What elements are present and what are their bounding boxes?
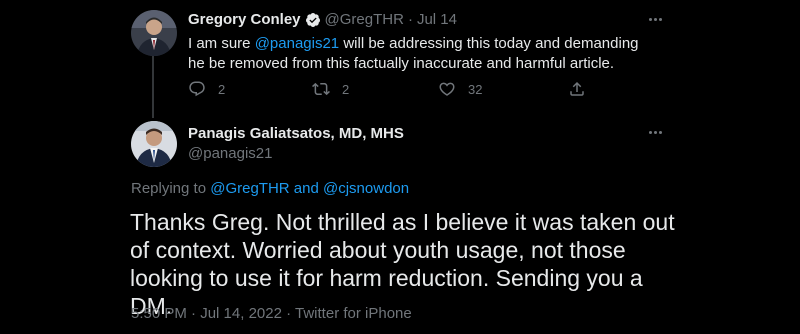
author-handle[interactable]: @GregTHR [325, 11, 404, 28]
reply-icon [189, 81, 205, 97]
tweet-thread: Gregory Conley @GregTHR · Jul 14 I am su… [0, 0, 800, 334]
separator-dot: · [407, 11, 413, 28]
more-options-icon[interactable] [645, 9, 665, 29]
like-count: 32 [468, 81, 483, 97]
reply-count: 2 [218, 81, 226, 97]
more-options-icon[interactable] [645, 122, 665, 142]
mention-link[interactable]: @panagis21 [255, 35, 339, 52]
parent-tweet-text: I am sure @panagis21 will be addressing … [188, 34, 658, 74]
separator-dot: · [281, 305, 296, 322]
main-tweet-handle-row: @panagis21 [188, 145, 272, 162]
tweet-timestamp-row: 5:50 PM · Jul 14, 2022 · Twitter for iPh… [131, 305, 412, 322]
author-name[interactable]: Gregory Conley [188, 11, 301, 28]
tweet-actions-bar: 2 2 32 [188, 80, 598, 100]
thread-connector-line [152, 56, 154, 118]
gregory-conley-avatar[interactable] [131, 10, 177, 56]
tweet-text-segment: I am sure [188, 35, 255, 52]
tweet-source[interactable]: Twitter for iPhone [295, 305, 412, 322]
replying-conjunction: and [289, 180, 323, 197]
replying-to-line: Replying to @GregTHR and @cjsnowdon [131, 180, 409, 197]
verified-badge-icon [305, 12, 321, 28]
like-button[interactable]: 32 [438, 80, 482, 98]
panagis-galiatsatos-avatar[interactable] [131, 121, 177, 167]
tweet-date[interactable]: Jul 14 [417, 11, 457, 28]
retweet-icon [312, 82, 330, 96]
retweet-button[interactable]: 2 [312, 80, 349, 98]
author-handle[interactable]: @panagis21 [188, 145, 272, 162]
heart-icon [439, 82, 455, 96]
main-tweet-author-name-row: Panagis Galiatsatos, MD, MHS [188, 125, 404, 142]
parent-tweet-header: Gregory Conley @GregTHR · Jul 14 [188, 11, 457, 28]
share-button[interactable] [568, 80, 586, 98]
author-name[interactable]: Panagis Galiatsatos, MD, MHS [188, 125, 404, 142]
reply-button[interactable]: 2 [188, 80, 225, 98]
main-tweet-text: Thanks Greg. Not thrilled as I believe i… [130, 209, 675, 319]
replying-label: Replying to [131, 180, 211, 197]
tweet-time[interactable]: 5:50 PM [131, 305, 187, 322]
separator-dot: · [186, 305, 201, 322]
mention-link[interactable]: @cjsnowdon [323, 180, 409, 197]
share-icon [570, 81, 584, 96]
mention-link[interactable]: @GregTHR [210, 180, 289, 197]
retweet-count: 2 [342, 81, 350, 97]
tweet-date[interactable]: Jul 14, 2022 [200, 305, 282, 322]
